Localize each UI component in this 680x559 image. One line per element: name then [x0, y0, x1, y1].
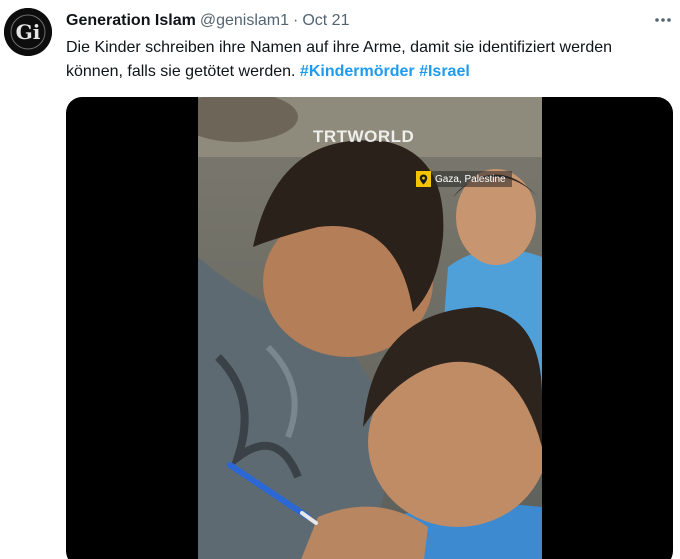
- map-pin-icon: [416, 171, 431, 187]
- video-player[interactable]: TRTWORLD Gaza, Palestine: [66, 97, 673, 559]
- video-still-image: [198, 97, 542, 559]
- trt-world-watermark: TRTWORLD: [313, 127, 415, 146]
- more-horizontal-icon: [655, 18, 671, 22]
- hashtag-link[interactable]: #Israel: [419, 63, 470, 80]
- display-name[interactable]: Generation Islam: [66, 12, 196, 30]
- avatar[interactable]: Gi: [4, 8, 52, 56]
- tweet-header: Generation Islam @genislam1 · Oct 21: [66, 10, 349, 32]
- video-frame[interactable]: TRTWORLD Gaza, Palestine: [198, 97, 542, 559]
- tweet-card[interactable]: Gi Generation Islam @genislam1 · Oct 21 …: [0, 0, 680, 559]
- timestamp[interactable]: Oct 21: [302, 12, 349, 30]
- more-options-button[interactable]: [650, 8, 676, 32]
- avatar-monogram: Gi: [16, 20, 41, 44]
- user-handle[interactable]: @genislam1: [200, 12, 289, 30]
- tweet-text: Die Kinder schreiben ihre Namen auf ihre…: [66, 36, 646, 84]
- location-tag: Gaza, Palestine: [416, 171, 512, 187]
- separator-dot: ·: [293, 12, 299, 29]
- location-label: Gaza, Palestine: [435, 173, 506, 185]
- hashtag-link[interactable]: #Kindermörder: [300, 63, 415, 80]
